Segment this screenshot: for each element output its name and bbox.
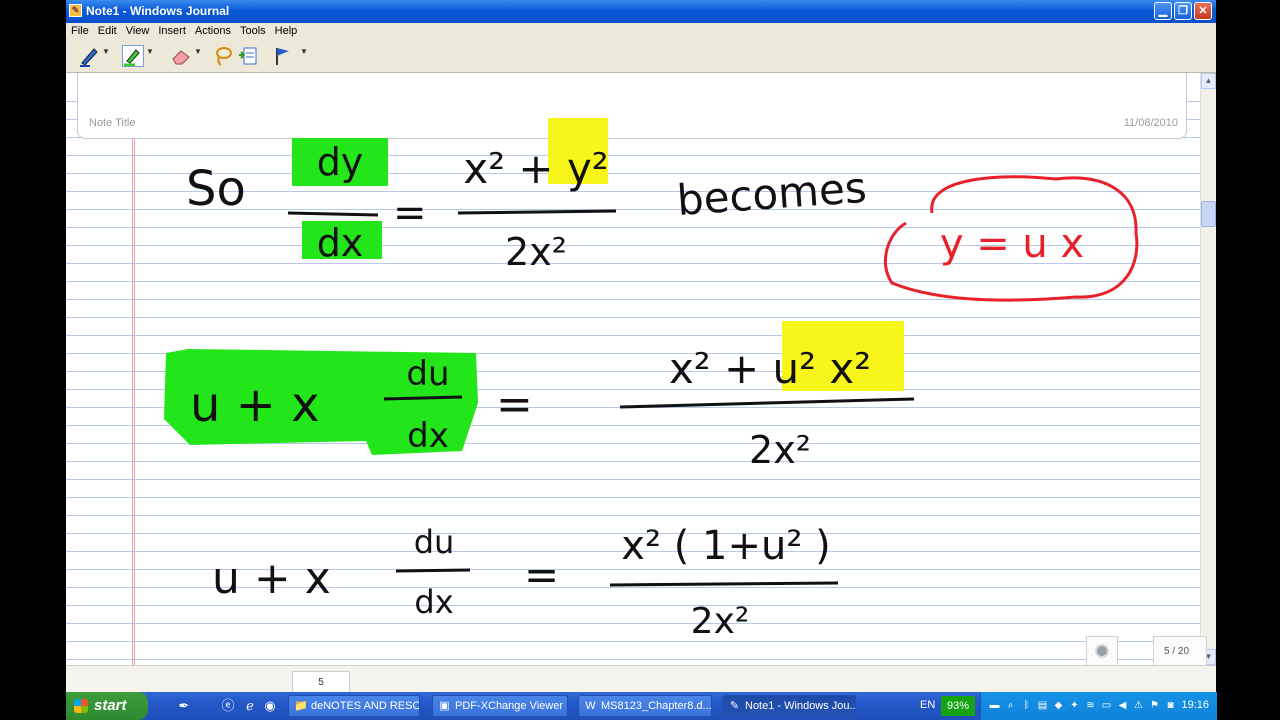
insert-space-icon[interactable] — [238, 45, 260, 67]
ink-line2-lhs-den: dx — [407, 416, 449, 456]
taskbar: start ✒ ⓔ ℯ ◉ 📁 deNOTES AND RESO... ▣ PDF-… — [66, 692, 1217, 720]
ink-line1-rhs-den: 2x² — [505, 230, 567, 274]
handwriting-ink: So dy dx = x² + y² 2x² becomes y = u x u… — [164, 118, 1139, 642]
page-counter: 5 / 20 — [1164, 646, 1190, 657]
word-icon: W — [585, 700, 596, 712]
start-button[interactable]: start — [66, 692, 148, 720]
ink-line2-lhs-num: du — [406, 354, 449, 394]
ink-line2-lhs: u + x — [190, 377, 320, 433]
folder-icon: 📁 — [294, 700, 308, 712]
ink-line3-rhs-num: x² ( 1+u² ) — [621, 523, 830, 569]
quicklaunch-media-icon[interactable]: ◉ — [262, 698, 278, 714]
ink-line1-lhs-num: dy — [317, 140, 364, 184]
system-tray: ▬ ⌕ ᛒ ▤ ◆ ✦ ≋ ▭ ◀ ⚠ ⚑ ◙ 19:16 — [980, 692, 1217, 720]
journal-app-icon: ✎ — [69, 4, 82, 17]
chat-icon[interactable]: ◙ — [1165, 700, 1176, 711]
ink-line3-rhs-den: 2x² — [691, 601, 750, 642]
journal-icon: ✎ — [729, 700, 740, 712]
ink-line1-rhs-num: x² + y² — [463, 144, 608, 193]
ink-line3-lhs: u + x — [212, 553, 331, 604]
window-title: Note1 - Windows Journal — [86, 4, 230, 18]
task-label: PDF-XChange Viewer ... — [455, 700, 568, 712]
windows-logo-icon — [74, 699, 88, 713]
ink-callout: y = u x — [940, 221, 1084, 267]
shield-icon[interactable]: ◆ — [1053, 700, 1064, 711]
note-page[interactable]: Note Title 11/08/2010 So dy dx = x² + y²… — [66, 73, 1200, 665]
monitor-icon[interactable]: ▭ — [1101, 700, 1112, 711]
power-icon[interactable]: ▬ — [989, 700, 1000, 711]
ink-line2-rhs-num: x² + u² x² — [669, 344, 871, 393]
flag-dropdown-icon[interactable]: ▼ — [300, 47, 308, 56]
audio-button[interactable] — [1086, 636, 1118, 666]
clock[interactable]: 19:16 — [1181, 699, 1209, 711]
menu-file[interactable]: File — [67, 23, 93, 39]
page-tab[interactable]: 5 — [292, 671, 350, 692]
title-bar[interactable]: ✎ Note1 - Windows Journal ▁ ❐ ✕ — [66, 0, 1216, 23]
page-counter-box: 5 / 20 — [1153, 636, 1207, 668]
pen-dropdown-icon[interactable]: ▼ — [102, 47, 110, 56]
menu-view[interactable]: View — [122, 23, 154, 39]
zoom-indicator[interactable]: 93% — [941, 696, 975, 716]
menu-actions[interactable]: Actions — [191, 23, 235, 39]
ink-line1-lhs-den: dx — [317, 221, 364, 265]
menu-insert[interactable]: Insert — [154, 23, 190, 39]
task-word-doc[interactable]: W MS8123_Chapter8.d... — [578, 695, 712, 717]
ink-line2-rhs-den: 2x² — [749, 428, 811, 472]
lasso-icon[interactable] — [212, 45, 234, 67]
flag-icon[interactable] — [272, 45, 294, 67]
task-label: deNOTES AND RESO... — [311, 700, 420, 712]
disc-icon — [1095, 644, 1109, 658]
quicklaunch-ie-icon[interactable]: ⓔ — [220, 698, 236, 714]
scroll-up-icon[interactable]: ▲ — [1201, 73, 1216, 89]
scroll-thumb[interactable] — [1201, 201, 1216, 227]
menu-bar: File Edit View Insert Actions Tools Help — [66, 23, 1216, 41]
eraser-dropdown-icon[interactable]: ▼ — [194, 47, 202, 56]
page-tab-bar — [66, 665, 1216, 692]
ink-line1-suffix: becomes — [675, 163, 868, 225]
minimize-button[interactable]: ▁ — [1154, 2, 1172, 20]
menu-tools[interactable]: Tools — [236, 23, 270, 39]
maximize-button[interactable]: ❐ — [1174, 2, 1192, 20]
quicklaunch-pen-icon[interactable]: ✒ — [176, 698, 192, 714]
task-label: Note1 - Windows Jou... — [745, 700, 856, 712]
search-icon[interactable]: ⌕ — [1005, 700, 1016, 711]
pen-icon[interactable] — [78, 45, 100, 67]
wifi-icon[interactable]: ≋ — [1085, 700, 1096, 711]
task-label: MS8123_Chapter8.d... — [601, 700, 712, 712]
ink-line1-prefix: So — [186, 161, 246, 217]
volume-icon[interactable]: ◀ — [1117, 700, 1128, 711]
highlighter-dropdown-icon[interactable]: ▼ — [146, 47, 154, 56]
pdf-icon: ▣ — [439, 700, 450, 712]
menu-help[interactable]: Help — [271, 23, 302, 39]
task-journal[interactable]: ✎ Note1 - Windows Jou... — [722, 695, 856, 717]
highlighter-icon[interactable] — [122, 45, 144, 67]
ink-equals-3: = — [524, 550, 559, 599]
ink-line3-lhs-num: du — [414, 523, 455, 561]
close-button[interactable]: ✕ — [1194, 2, 1212, 20]
flag-tray-icon[interactable]: ⚑ — [1149, 700, 1160, 711]
security-icon[interactable]: ✦ — [1069, 700, 1080, 711]
task-folder[interactable]: 📁 deNOTES AND RESO... — [288, 695, 420, 717]
network-icon[interactable]: ▤ — [1037, 700, 1048, 711]
ink-equals-1: = — [393, 190, 427, 236]
ink-line3-lhs-den: dx — [414, 583, 453, 621]
start-label: start — [94, 697, 127, 714]
toolbar: ▼ ▼ ▼ ▼ — [66, 41, 1216, 73]
eraser-icon[interactable] — [170, 45, 192, 67]
menu-edit[interactable]: Edit — [94, 23, 121, 39]
task-pdf-viewer[interactable]: ▣ PDF-XChange Viewer ... — [432, 695, 568, 717]
journal-window: ✎ Note1 - Windows Journal ▁ ❐ ✕ File Edit… — [66, 0, 1216, 692]
ink-equals-2: = — [496, 379, 533, 430]
bluetooth-icon[interactable]: ᛒ — [1021, 700, 1032, 711]
quicklaunch-browser-icon[interactable]: ℯ — [242, 698, 258, 714]
vertical-scrollbar[interactable]: ▲ ▼ — [1200, 73, 1216, 665]
alert-icon[interactable]: ⚠ — [1133, 700, 1144, 711]
language-indicator[interactable]: EN — [920, 699, 935, 711]
